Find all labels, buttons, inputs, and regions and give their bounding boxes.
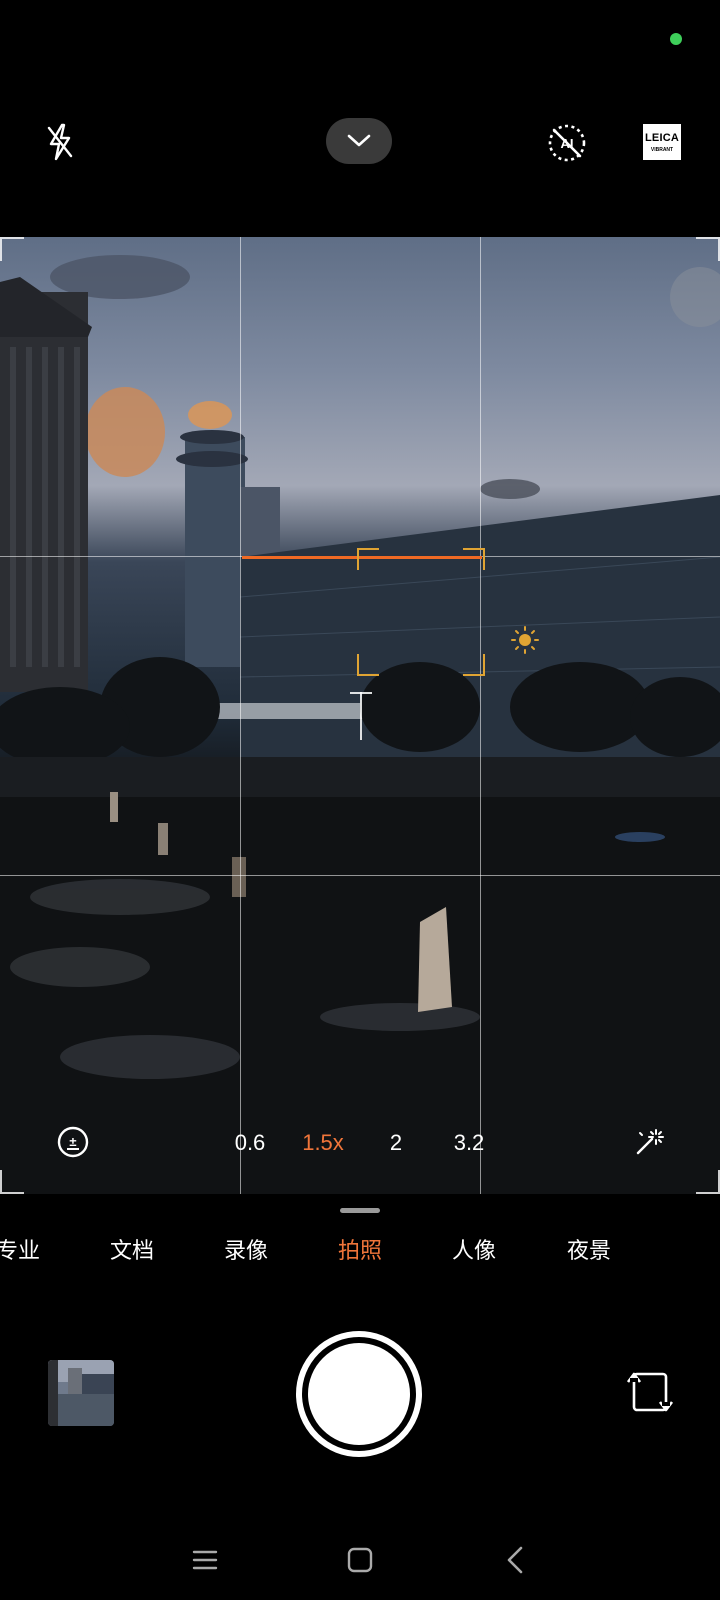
grid-line-horizontal-2	[0, 875, 720, 876]
zoom-option-0-6[interactable]: 0.6	[235, 1125, 266, 1161]
ai-scene-off-icon[interactable]: AI	[544, 120, 590, 166]
beauty-effects-icon[interactable]	[632, 1127, 664, 1159]
home-icon[interactable]	[340, 1540, 380, 1580]
gallery-thumbnail[interactable]	[48, 1360, 114, 1426]
shutter-button[interactable]	[296, 1331, 422, 1457]
frame-corner-top-right	[696, 237, 720, 261]
back-icon[interactable]	[496, 1540, 536, 1580]
frame-corner-bottom-right	[696, 1170, 720, 1194]
leica-vibrant-button[interactable]: LEICA VIBRANT	[643, 124, 681, 160]
grid-line-vertical-2	[480, 237, 481, 1194]
flash-off-icon[interactable]	[38, 120, 82, 164]
camera-top-toolbar: AI LEICA VIBRANT	[0, 110, 720, 180]
mode-portrait[interactable]: 人像	[452, 1232, 496, 1272]
grid-line-vertical-1	[240, 237, 241, 1194]
camera-mode-strip: 专业 文档 录像 拍照 人像 夜景	[0, 1232, 720, 1272]
exposure-slider-tick	[350, 692, 372, 694]
switch-camera-icon[interactable]	[624, 1366, 676, 1418]
mode-video[interactable]: 录像	[224, 1232, 268, 1272]
focus-box	[357, 548, 485, 676]
exposure-sun-icon[interactable]	[510, 625, 540, 655]
shutter-button-inner	[308, 1343, 410, 1445]
mode-document[interactable]: 文档	[110, 1232, 154, 1272]
mode-pro[interactable]: 专业	[0, 1232, 40, 1272]
menu-icon[interactable]	[186, 1540, 226, 1580]
zoom-option-3-2[interactable]: 3.2	[454, 1125, 485, 1161]
zoom-option-2[interactable]: 2	[390, 1125, 402, 1161]
chevron-down-icon	[347, 134, 371, 147]
mode-photo-selected[interactable]: 拍照	[338, 1232, 382, 1272]
mode-drawer-handle[interactable]	[340, 1208, 380, 1213]
exposure-slider-track[interactable]	[360, 692, 362, 740]
zoom-option-1-5-selected[interactable]: 1.5x	[302, 1125, 344, 1161]
zoom-selector: 0.6 1.5x 2 3.2	[0, 1125, 720, 1161]
mode-night[interactable]: 夜景	[567, 1232, 611, 1272]
frame-corner-bottom-left	[0, 1170, 24, 1194]
frame-corner-top-left	[0, 237, 24, 261]
more-settings-button[interactable]	[326, 118, 392, 164]
leica-style-label: VIBRANT	[650, 146, 674, 153]
privacy-indicator-dot	[670, 33, 682, 45]
leica-label: LEICA	[645, 131, 679, 144]
